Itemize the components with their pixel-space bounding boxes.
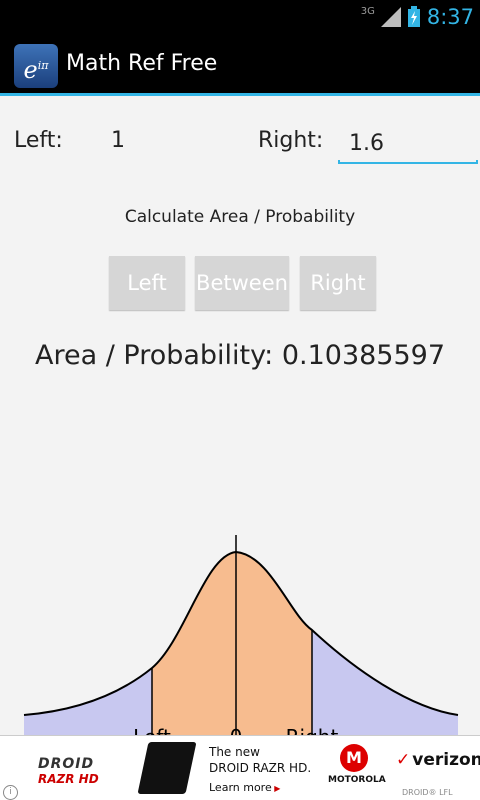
ad-banner[interactable]: DROID RAZR HD The new DROID RAZR HD. Lea…	[0, 735, 480, 800]
app-logo-icon[interactable]: eiπ	[14, 44, 58, 88]
ad-brand-name: DROID	[38, 756, 95, 772]
right-tail-area	[312, 630, 458, 735]
motorola-logo: M MOTOROLA	[328, 744, 386, 785]
left-label: Left:	[14, 128, 63, 153]
motorola-icon: M	[340, 744, 368, 772]
sponsor-1: MOTOROLA	[328, 775, 386, 785]
calculate-label: Calculate Area / Probability	[124, 207, 356, 227]
normal-distribution-chart: Left 0 Right	[23, 535, 459, 735]
right-value-input[interactable]	[339, 125, 478, 161]
signal-icon	[380, 6, 401, 27]
right-input-underline	[338, 160, 478, 164]
x-label-zero: 0	[230, 725, 243, 735]
status-indicators: 3G 8:37	[361, 0, 474, 33]
x-label-left: Left	[133, 725, 171, 735]
ad-headline: The new DROID RAZR HD.	[209, 744, 311, 776]
ad-headline-1: The new	[209, 745, 260, 759]
left-value-field[interactable]: 1	[111, 128, 125, 153]
status-bar: 3G 8:37	[0, 0, 480, 33]
ad-learn-more-link[interactable]: Learn more	[209, 781, 280, 794]
clock: 8:37	[426, 4, 474, 29]
network-type: 3G	[360, 6, 375, 17]
shaded-area	[152, 552, 312, 735]
right-label: Right:	[258, 128, 324, 153]
ad-headline-2: DROID RAZR HD.	[209, 761, 312, 775]
between-button[interactable]: Between	[195, 256, 289, 310]
action-bar: eiπ Math Ref Free	[0, 33, 480, 96]
right-button[interactable]: Right	[300, 256, 376, 310]
ad-brand: DROID RAZR HD	[38, 756, 99, 786]
ad-model: RAZR HD	[38, 772, 99, 786]
result-text: Area / Probability: 0.10385597	[34, 340, 446, 371]
phone-image	[137, 742, 197, 794]
verizon-logo: verizon	[396, 750, 480, 770]
left-button[interactable]: Left	[109, 256, 185, 310]
battery-charging-icon	[407, 5, 421, 28]
info-icon[interactable]: i	[3, 785, 18, 800]
ad-footnote: DROID® LFL	[402, 788, 453, 797]
x-label-right: Right	[286, 725, 339, 735]
app-title: Math Ref Free	[66, 51, 218, 76]
